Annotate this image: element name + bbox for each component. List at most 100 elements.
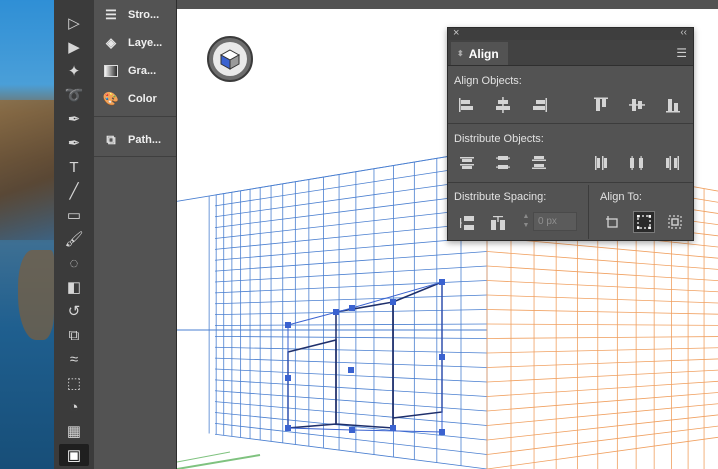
dock-color[interactable]: 🎨 Color <box>102 88 157 110</box>
dock-stroke[interactable]: ☰ Stro... <box>102 4 159 26</box>
collapse-icon[interactable]: ‹‹ <box>680 27 687 38</box>
wallpaper-mountains <box>0 100 54 240</box>
stroke-icon: ☰ <box>105 7 117 22</box>
horizontal-align-left-button[interactable] <box>456 94 478 116</box>
shaper-tool[interactable]: ◌ <box>59 252 89 274</box>
right-plane-grid-line <box>486 436 718 469</box>
vertical-distribute-space-icon <box>460 216 474 230</box>
align-to-artboard-button[interactable] <box>602 211 624 233</box>
vertical-align-bottom-button[interactable] <box>662 94 684 116</box>
curvature-tool[interactable]: ✒ <box>59 132 89 154</box>
panel-divider <box>448 123 693 124</box>
selection-tool[interactable]: ▷ <box>59 12 89 34</box>
scale-tool[interactable]: ⧉ <box>59 324 89 346</box>
align-to-label: Align To: <box>600 191 642 203</box>
free-transform-tool[interactable]: ⬚ <box>59 372 89 394</box>
right-plane-grid-line <box>486 414 718 441</box>
type-tool[interactable]: T <box>59 156 89 178</box>
direct-selection-tool[interactable]: ▶ <box>59 36 89 58</box>
close-icon[interactable]: × <box>453 27 459 39</box>
selection-handle[interactable] <box>333 309 339 315</box>
perspective-selection-tool[interactable]: ▣ <box>59 444 89 466</box>
vertical-distribute-center-button[interactable] <box>492 152 514 174</box>
selection-handle[interactable] <box>439 429 445 435</box>
right-plane-grid-line <box>486 280 718 293</box>
lasso-tool[interactable]: ➰ <box>59 84 89 106</box>
left-plane-grid-line <box>214 346 488 354</box>
right-plane-grid-line <box>486 425 718 455</box>
tab-align[interactable]: ⬍ Align <box>451 42 508 65</box>
align-to-key-object-icon <box>668 215 682 229</box>
vertical-distribute-bottom-icon <box>532 156 546 169</box>
ground-plane-line <box>177 454 261 469</box>
left-plane-grid-line <box>214 280 488 294</box>
vertical-align-top-button[interactable] <box>590 94 612 116</box>
dock-layers[interactable]: ◈ Laye... <box>102 32 162 54</box>
selection-handle[interactable] <box>285 425 291 431</box>
rectangle-tool[interactable]: ▭ <box>59 204 89 226</box>
dock-gradient-label: Gra... <box>128 65 157 77</box>
align-objects-label: Align Objects: <box>454 75 522 87</box>
pathfinder-icon: ⧉ <box>106 132 116 147</box>
horizontal-align-left-icon <box>459 98 473 112</box>
magic-wand-tool[interactable]: ✦ <box>59 60 89 82</box>
paintbrush-tool[interactable]: 🖌 <box>59 228 89 250</box>
selection-handle[interactable] <box>349 427 355 433</box>
selection-handle[interactable] <box>348 367 354 373</box>
horizontal-distribute-space-icon <box>491 216 505 230</box>
left-plane-grid-line <box>214 412 488 441</box>
dock-layers-label: Laye... <box>128 37 163 49</box>
shape-builder-tool[interactable]: ◔ <box>59 396 89 418</box>
vertical-distribute-top-button[interactable] <box>456 152 478 174</box>
distribute-objects-label: Distribute Objects: <box>454 133 544 145</box>
left-plane-grid-line <box>214 401 488 426</box>
horizontal-distribute-right-icon <box>666 156 679 170</box>
right-plane-grid-line <box>486 323 718 326</box>
horizontal-distribute-left-button[interactable] <box>590 152 612 174</box>
horizontal-distribute-center-button[interactable] <box>626 152 648 174</box>
panel-menu-icon[interactable]: ☰ <box>676 46 687 60</box>
right-plane-grid-line <box>486 336 718 339</box>
dock-divider <box>94 156 176 157</box>
dock-color-label: Color <box>128 93 157 105</box>
selected-artwork-panel <box>392 280 443 419</box>
selection-handle[interactable] <box>349 305 355 311</box>
eraser-tool[interactable]: ◧ <box>59 276 89 298</box>
align-to-selection-button[interactable] <box>633 211 655 233</box>
width-tool[interactable]: ≈ <box>59 348 89 370</box>
align-to-key-object-button[interactable] <box>664 211 686 233</box>
line-tool[interactable]: ╱ <box>59 180 89 202</box>
selection-handle[interactable] <box>285 375 291 381</box>
perspective-grid-tool[interactable]: ▦ <box>59 420 89 442</box>
desktop-wallpaper <box>0 0 54 469</box>
dock-gradient[interactable]: Gra... <box>102 60 156 82</box>
selection-handle[interactable] <box>439 354 445 360</box>
vertical-distribute-bottom-button[interactable] <box>528 152 550 174</box>
selected-artwork-panel <box>335 301 394 429</box>
rotate-tool[interactable]: ↺ <box>59 300 89 322</box>
dock-stroke-label: Stro... <box>128 9 160 21</box>
selection-handle[interactable] <box>439 279 445 285</box>
vertical-align-top-icon <box>594 97 608 111</box>
horizontal-align-right-button[interactable] <box>528 94 550 116</box>
pen-tool[interactable]: ✒ <box>59 108 89 130</box>
selection-bounding-box <box>287 281 443 433</box>
align-to-selection-icon <box>637 215 651 229</box>
selection-handle[interactable] <box>390 299 396 305</box>
spacing-input[interactable]: 0 px <box>533 212 577 231</box>
dock-pathfinder[interactable]: ⧉ Path... <box>102 129 161 151</box>
horizontal-distribute-right-button[interactable] <box>662 152 684 174</box>
vertical-align-center-button[interactable] <box>626 94 648 116</box>
right-plane-grid-line <box>486 403 718 426</box>
selection-handle[interactable] <box>285 322 291 328</box>
right-plane-grid-line <box>486 251 718 270</box>
selection-handle[interactable] <box>390 425 396 431</box>
wallpaper-rock <box>18 250 54 340</box>
panel-dock: ☰ Stro... ◈ Laye... Gra... 🎨 Color ⧉ Pat… <box>94 0 177 469</box>
horizontal-distribute-space-button[interactable] <box>487 212 509 234</box>
left-plane-grid-line <box>214 323 488 326</box>
spacing-stepper[interactable]: ▲ ▼ <box>521 212 531 231</box>
horizontal-align-center-button[interactable] <box>492 94 514 116</box>
vertical-distribute-space-button[interactable] <box>456 212 478 234</box>
plane-switching-widget[interactable] <box>207 36 253 82</box>
